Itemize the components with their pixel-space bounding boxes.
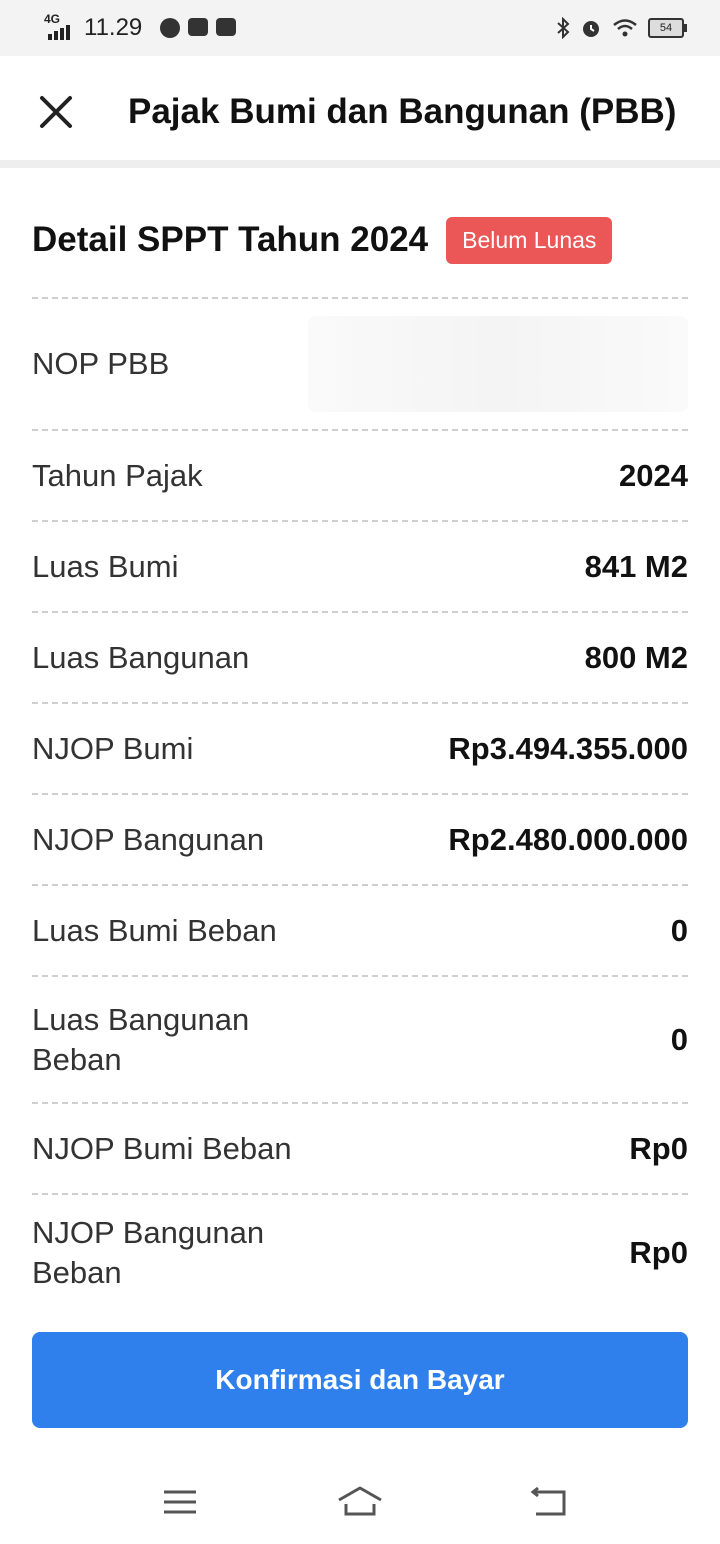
detail-row-luas-bumi-beban: Luas Bumi Beban 0 <box>32 884 688 975</box>
status-time: 11.29 <box>84 14 143 41</box>
network-type: 4G <box>44 12 61 26</box>
detail-value: 841 M2 <box>584 548 688 584</box>
detail-row-nop: NOP PBB <box>32 297 688 429</box>
detail-row-luas-bangunan: Luas Bangunan 800 M2 <box>32 611 688 702</box>
alarm-icon <box>583 21 599 37</box>
detail-value: Rp2.480.000.000 <box>448 821 688 857</box>
confirm-and-pay-button[interactable]: Konfirmasi dan Bayar <box>32 1332 688 1428</box>
shopping-bag-icon <box>188 18 209 36</box>
bluetooth-icon <box>557 17 570 39</box>
redacted-value <box>308 316 688 412</box>
detail-label: NJOP Bumi <box>32 730 194 766</box>
detail-label: Luas Bangunan <box>32 639 250 675</box>
app-header: Pajak Bumi dan Bangunan (PBB) <box>0 56 720 168</box>
mail-icon <box>216 18 237 36</box>
detail-value: 800 M2 <box>584 639 688 675</box>
detail-value: Rp0 <box>629 1235 688 1270</box>
section-title: Detail SPPT Tahun 2024 <box>32 220 429 259</box>
status-bar-left: 4G 11.29 <box>44 12 237 42</box>
back-icon <box>530 1486 566 1516</box>
battery-level: 54 <box>659 22 673 34</box>
detail-row-luas-bangunan-beban: Luas Bangunan Beban 0 <box>32 975 688 1102</box>
nav-menu-button[interactable] <box>155 1480 205 1524</box>
detail-label: Luas Bangunan Beban <box>32 1001 250 1077</box>
status-bar-right: 54 <box>556 17 687 39</box>
nav-home-button[interactable] <box>335 1480 385 1524</box>
home-icon <box>338 1486 382 1516</box>
page-title: Pajak Bumi dan Bangunan (PBB) <box>128 92 677 131</box>
detail-value: 0 <box>670 912 688 948</box>
battery-icon: 54 <box>648 18 687 38</box>
detail-row-luas-bumi: Luas Bumi 841 M2 <box>32 520 688 611</box>
detail-value: Rp3.494.355.000 <box>448 730 688 766</box>
close-icon <box>40 96 72 128</box>
detail-row-njop-bangunan-beban: NJOP Bangunan Beban Rp0 <box>32 1193 688 1311</box>
detail-label: Luas Bumi Beban <box>32 912 277 948</box>
wifi-icon <box>613 19 637 37</box>
timer-icon <box>160 18 181 38</box>
detail-row-tahun-pajak: Tahun Pajak 2024 <box>32 429 688 520</box>
section-header: Detail SPPT Tahun 2024 Belum Lunas <box>32 210 688 270</box>
detail-value: Rp0 <box>629 1130 688 1166</box>
detail-label: Tahun Pajak <box>32 457 203 493</box>
nav-back-button[interactable] <box>524 1480 574 1524</box>
close-button[interactable] <box>36 92 76 132</box>
signal-icon: 4G <box>44 12 74 40</box>
status-bar: 4G 11.29 54 <box>0 0 720 56</box>
detail-row-njop-bangunan: NJOP Bangunan Rp2.480.000.000 <box>32 793 688 884</box>
detail-label: Luas Bumi <box>32 548 179 584</box>
detail-row-njop-bumi-beban: NJOP Bumi Beban Rp0 <box>32 1102 688 1193</box>
detail-label: NOP PBB <box>32 346 170 381</box>
detail-label: NJOP Bangunan <box>32 821 265 857</box>
sppt-details-list: NOP PBB Tahun Pajak 2024 Luas Bumi 841 M… <box>32 297 688 1311</box>
status-badge: Belum Lunas <box>446 216 613 264</box>
detail-label: NJOP Bumi Beban <box>32 1130 292 1166</box>
detail-value: 2024 <box>619 457 688 493</box>
detail-row-njop-bumi: NJOP Bumi Rp3.494.355.000 <box>32 702 688 793</box>
menu-icon <box>164 1490 196 1514</box>
system-nav-bar <box>0 1460 720 1544</box>
detail-label: NJOP Bangunan Beban <box>32 1215 265 1290</box>
detail-value: 0 <box>670 1021 688 1057</box>
